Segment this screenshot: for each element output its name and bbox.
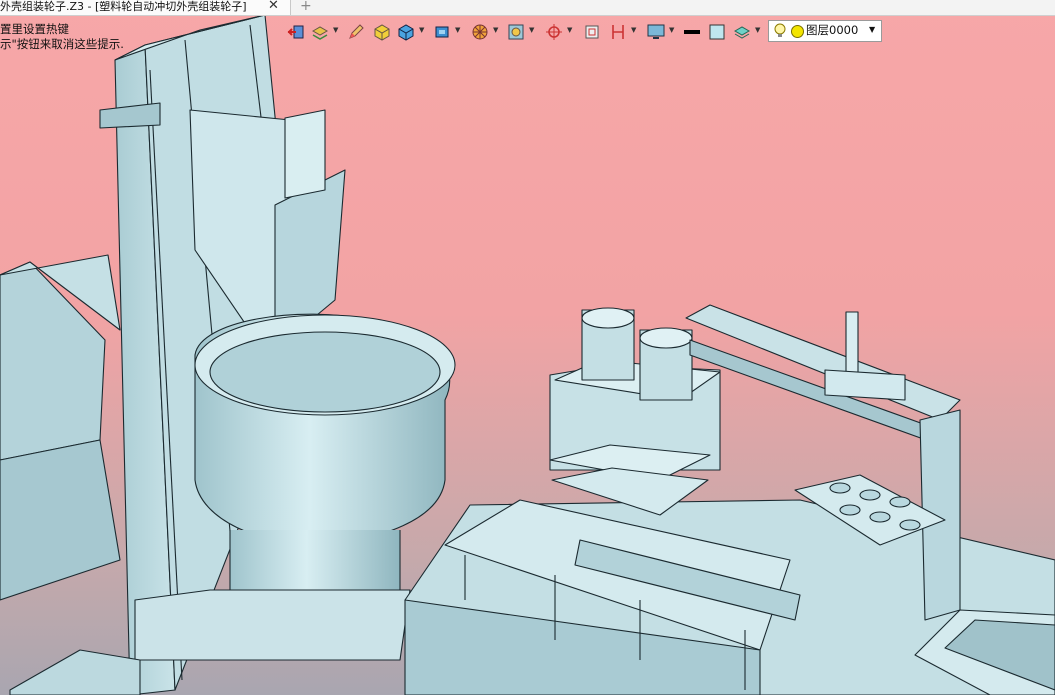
pencil-icon[interactable] [346, 22, 366, 42]
chute-cylinder [284, 109, 326, 199]
layer-color-icon [791, 25, 804, 38]
chevron-down-icon[interactable]: ▼ [631, 27, 637, 34]
cad-viewport[interactable] [0, 0, 1055, 695]
chevron-down-icon[interactable]: ▼ [755, 27, 761, 34]
chevron-down-icon[interactable]: ▼ [455, 27, 461, 34]
chevron-down-icon[interactable]: ▼ [333, 27, 339, 34]
hotkey-hint: 置里设置热键 示"按钮来取消这些提示. [0, 22, 124, 52]
layer-selector[interactable]: 图层0000 ▼ [768, 20, 882, 42]
hopper-sheet-lower [0, 439, 121, 601]
layers-stack-icon[interactable] [310, 22, 330, 42]
chevron-down-icon[interactable]: ▼ [567, 27, 573, 34]
line-color-icon[interactable] [682, 22, 702, 42]
close-tab-icon[interactable]: ✕ [268, 0, 279, 13]
layer-label: 图层0000 [806, 23, 859, 37]
square-icon[interactable] [582, 22, 602, 42]
origin-icon[interactable] [544, 22, 564, 42]
chevron-down-icon[interactable]: ▼ [669, 27, 675, 34]
stack-icon[interactable] [732, 22, 752, 42]
lightbulb-icon[interactable] [773, 23, 787, 45]
new-tab-icon[interactable]: + [300, 0, 312, 14]
bowl-inner [209, 331, 441, 413]
frame-icon[interactable] [506, 22, 526, 42]
document-tab-title: 外壳组装轮子.Z3 - [塑料轮自动冲切外壳组装轮子] [0, 0, 247, 13]
cube-dropdown-icon[interactable] [432, 22, 452, 42]
bowl-table [134, 589, 411, 661]
box-yellow-icon[interactable] [372, 22, 392, 42]
chevron-down-icon[interactable]: ▼ [419, 27, 425, 34]
document-tab-bar: 外壳组装轮子.Z3 - [塑料轮自动冲切外壳组装轮子] ✕ + [0, 0, 1055, 16]
hint-line-1: 置里设置热键 [0, 22, 69, 36]
exit-icon[interactable] [286, 22, 306, 42]
bracket-icon[interactable] [608, 22, 628, 42]
cube-icon[interactable] [396, 22, 416, 42]
hint-line-2: 示"按钮来取消这些提示. [0, 37, 124, 51]
chevron-down-icon[interactable]: ▼ [529, 27, 535, 34]
chevron-down-icon[interactable]: ▼ [869, 20, 875, 39]
document-tab[interactable]: 外壳组装轮子.Z3 - [塑料轮自动冲切外壳组装轮子] ✕ [0, 0, 291, 15]
gantry-carriage [824, 369, 906, 401]
wheel-icon[interactable] [470, 22, 490, 42]
fill-color-icon[interactable] [707, 22, 727, 42]
chevron-down-icon[interactable]: ▼ [493, 27, 499, 34]
monitor-icon[interactable] [646, 22, 666, 42]
bracket-arm [99, 102, 161, 129]
